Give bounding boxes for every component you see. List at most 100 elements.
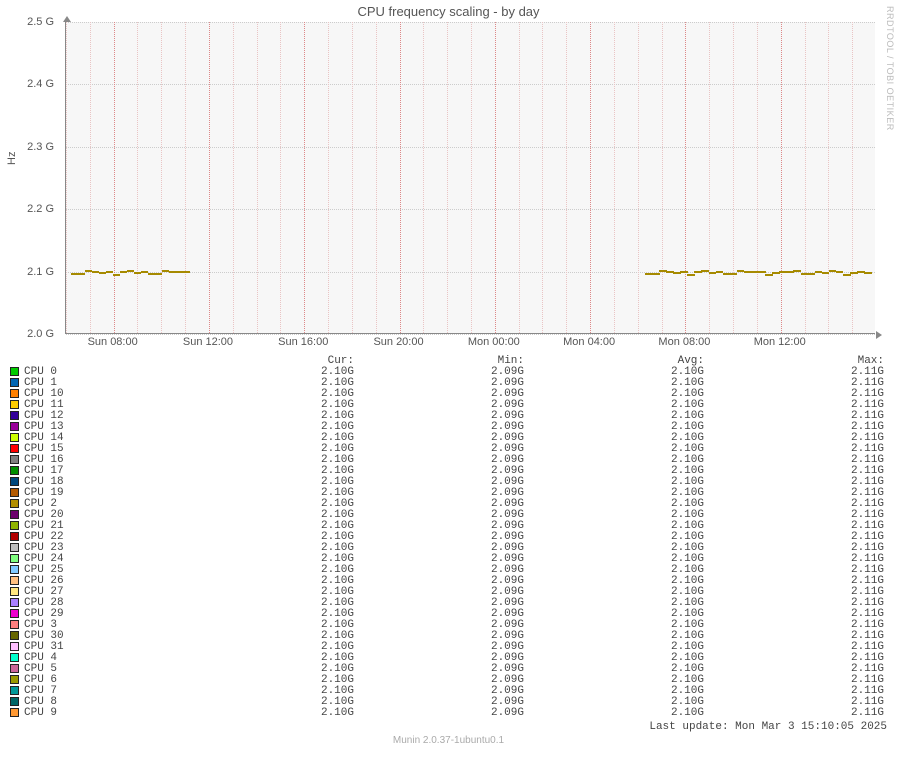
grid-line-v-minor (638, 22, 639, 333)
y-tick-label: 2.1 G (27, 266, 54, 278)
grid-line-v-minor (233, 22, 234, 333)
legend-swatch-icon (10, 389, 19, 398)
legend-swatch-icon (10, 598, 19, 607)
legend-swatch-icon (10, 411, 19, 420)
series-segment (864, 272, 872, 274)
grid-line-v-minor (161, 22, 162, 333)
x-tick-label: Mon 04:00 (563, 336, 615, 348)
legend-swatch-icon (10, 653, 19, 662)
series-segment (183, 271, 191, 273)
legend-table: Cur: Min: Avg: Max: CPU 02.10G2.09G2.10G… (10, 356, 885, 719)
x-tick-label: Sun 08:00 (88, 336, 138, 348)
grid-line-v (114, 22, 115, 333)
grid-line-v-minor (709, 22, 710, 333)
series-segment (808, 273, 816, 275)
legend-swatch-icon (10, 554, 19, 563)
x-tick-label: Mon 12:00 (754, 336, 806, 348)
legend-swatch-icon (10, 510, 19, 519)
legend-avg: 2.10G (524, 708, 704, 719)
series-segment (113, 274, 121, 276)
grid-line-v-minor (733, 22, 734, 333)
legend-swatch-icon (10, 642, 19, 651)
grid-line-v-minor (90, 22, 91, 333)
grid-line-v (495, 22, 496, 333)
legend-row: CPU 222.10G2.09G2.10G2.11G (10, 532, 885, 543)
legend-row: CPU 02.10G2.09G2.10G2.11G (10, 367, 885, 378)
grid-line-v-minor (257, 22, 258, 333)
legend-swatch-icon (10, 433, 19, 442)
legend-row: CPU 62.10G2.09G2.10G2.11G (10, 675, 885, 686)
legend-swatch-icon (10, 697, 19, 706)
legend-row: CPU 22.10G2.09G2.10G2.11G (10, 499, 885, 510)
legend-row: CPU 32.10G2.09G2.10G2.11G (10, 620, 885, 631)
legend-swatch-icon (10, 422, 19, 431)
x-tick-label: Sun 12:00 (183, 336, 233, 348)
series-segment (652, 273, 660, 275)
version-text: Munin 2.0.37-1ubuntu0.1 (0, 735, 897, 746)
x-tick-label: Sun 20:00 (373, 336, 423, 348)
legend-swatch-icon (10, 444, 19, 453)
grid-line-v-minor (852, 22, 853, 333)
legend-row: CPU 312.10G2.09G2.10G2.11G (10, 642, 885, 653)
y-tick-label: 2.5 G (27, 16, 54, 28)
grid-line-v-minor (376, 22, 377, 333)
legend-swatch-icon (10, 477, 19, 486)
axis-arrow-up-icon (63, 16, 71, 22)
grid-line-v-minor (828, 22, 829, 333)
legend-swatch-icon (10, 587, 19, 596)
legend-row: CPU 272.10G2.09G2.10G2.11G (10, 587, 885, 598)
legend-row: CPU 152.10G2.09G2.10G2.11G (10, 444, 885, 455)
series-segment (843, 274, 851, 276)
x-tick-label: Mon 08:00 (658, 336, 710, 348)
grid-line-v-minor (447, 22, 448, 333)
legend-swatch-icon (10, 532, 19, 541)
series-segment (765, 274, 773, 276)
legend-row: CPU 232.10G2.09G2.10G2.11G (10, 543, 885, 554)
x-axis: Sun 08:00 Sun 12:00 Sun 16:00 Sun 20:00 Mon … (65, 336, 875, 352)
legend-swatch-icon (10, 686, 19, 695)
legend-min: 2.09G (354, 708, 524, 719)
legend-row: CPU 102.10G2.09G2.10G2.11G (10, 389, 885, 400)
series-segment (78, 273, 86, 275)
legend-swatch-icon (10, 378, 19, 387)
grid-line-v-minor (519, 22, 520, 333)
legend-swatch-icon (10, 455, 19, 464)
grid-line-v-minor (423, 22, 424, 333)
x-tick-label: Sun 16:00 (278, 336, 328, 348)
legend-row: CPU 52.10G2.09G2.10G2.11G (10, 664, 885, 675)
legend-swatch-icon (10, 521, 19, 530)
legend-row: CPU 92.10G2.09G2.10G2.11G (10, 708, 885, 719)
series-segment (836, 271, 844, 273)
grid-line-h (66, 334, 875, 335)
legend-row: CPU 292.10G2.09G2.10G2.11G (10, 609, 885, 620)
legend-swatch-icon (10, 367, 19, 376)
legend-max: 2.11G (704, 708, 884, 719)
grid-line-v (685, 22, 686, 333)
legend-swatch-icon (10, 400, 19, 409)
legend-row: CPU 182.10G2.09G2.10G2.11G (10, 477, 885, 488)
grid-line-v (400, 22, 401, 333)
legend-row: CPU 192.10G2.09G2.10G2.11G (10, 488, 885, 499)
legend-swatch-icon (10, 543, 19, 552)
grid-line-v (781, 22, 782, 333)
grid-line-v-minor (542, 22, 543, 333)
legend-swatch-icon (10, 675, 19, 684)
legend-swatch-icon (10, 576, 19, 585)
grid-line-v-minor (185, 22, 186, 333)
legend-row: CPU 12.10G2.09G2.10G2.11G (10, 378, 885, 389)
grid-line-v (304, 22, 305, 333)
axis-arrow-right-icon (876, 331, 882, 339)
legend-swatch-icon (10, 609, 19, 618)
grid-line-v (209, 22, 210, 333)
grid-line-v-minor (280, 22, 281, 333)
grid-line-v-minor (328, 22, 329, 333)
chart-title: CPU frequency scaling - by day (0, 4, 897, 19)
y-tick-label: 2.4 G (27, 78, 54, 90)
legend-row: CPU 72.10G2.09G2.10G2.11G (10, 686, 885, 697)
legend-series-name: CPU 9 (24, 708, 194, 719)
legend-swatch-icon (10, 565, 19, 574)
legend-row: CPU 202.10G2.09G2.10G2.11G (10, 510, 885, 521)
plot-area (65, 22, 875, 334)
legend-row: CPU 242.10G2.09G2.10G2.11G (10, 554, 885, 565)
legend-row: CPU 122.10G2.09G2.10G2.11G (10, 411, 885, 422)
